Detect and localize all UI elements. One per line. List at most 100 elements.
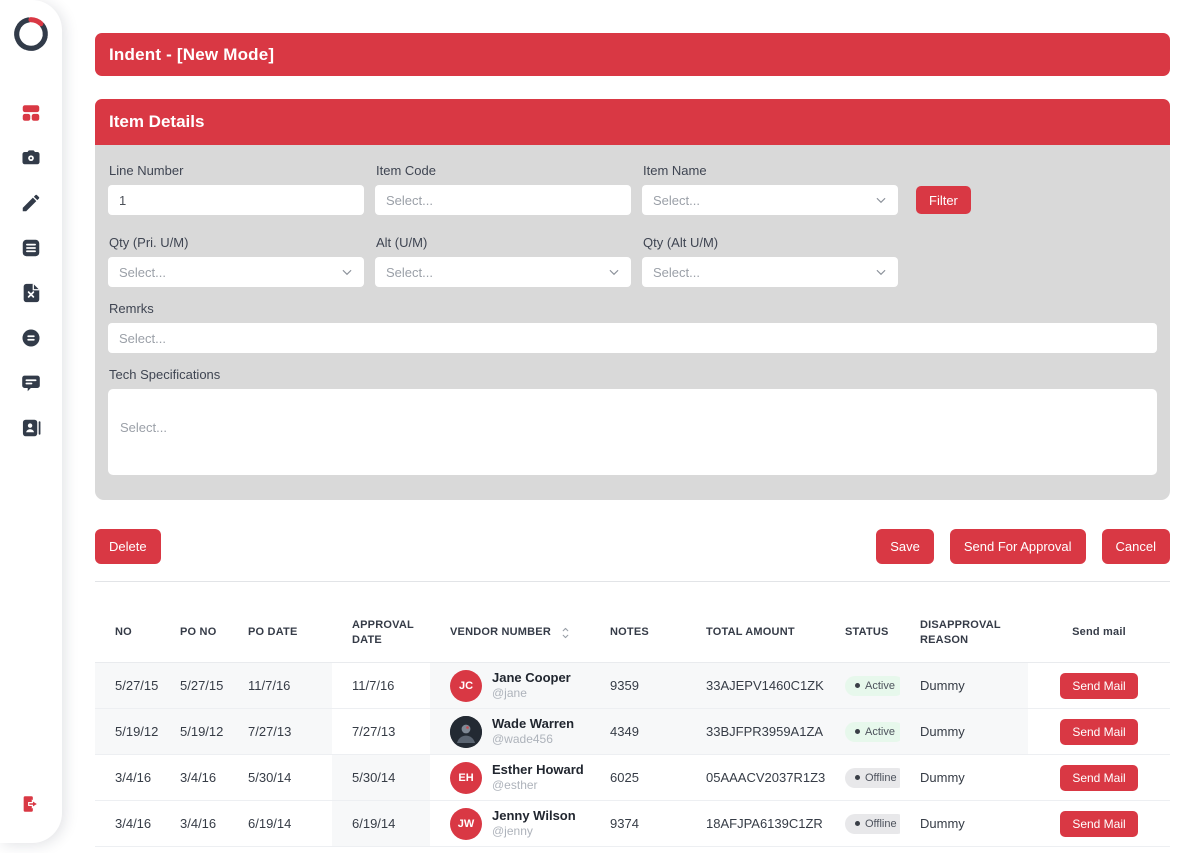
send-for-approval-button[interactable]: Send For Approval: [950, 529, 1086, 564]
main-content: Indent - [New Mode] Item Details Line Nu…: [95, 0, 1170, 847]
camera-icon[interactable]: [20, 147, 42, 169]
status-label: Active: [865, 680, 895, 692]
cell-total-amount: 33AJEPV1460C1ZK: [686, 663, 825, 708]
status-badge: Active: [845, 722, 900, 742]
qty-pri-um-label: Qty (Pri. U/M): [109, 235, 364, 250]
cell-status: Active: [825, 663, 900, 708]
item-name-select[interactable]: [642, 185, 898, 215]
cell-send-mail: Send Mail: [1028, 663, 1170, 708]
item-details-form: Line Number Item Code Item Name: [95, 145, 1170, 500]
cell-notes: 9374: [590, 801, 686, 846]
cell-po-no: 5/27/15: [160, 663, 228, 708]
cell-vendor: JWJenny Wilson@jenny: [430, 801, 590, 846]
cell-no: 5/27/15: [95, 663, 160, 708]
cell-status: Active: [825, 709, 900, 754]
vendor-name: Wade Warren: [492, 716, 574, 732]
column-header-label: PO NO: [180, 625, 216, 640]
filter-button[interactable]: Filter: [916, 186, 971, 214]
remarks-input[interactable]: [108, 323, 1157, 353]
column-header-disapproval-reason: DISAPPROVAL REASON: [900, 604, 1028, 662]
qty-pri-um-select[interactable]: [108, 257, 364, 287]
send-mail-button[interactable]: Send Mail: [1060, 719, 1137, 745]
section-title: Item Details: [109, 112, 204, 132]
cell-approval-date: 11/7/16: [332, 663, 430, 708]
cell-no: 3/4/16: [95, 755, 160, 800]
table-body: 5/27/155/27/1511/7/1611/7/16JCJane Coope…: [95, 663, 1170, 847]
qty-alt-um-select[interactable]: [642, 257, 898, 287]
qty-alt-um-label: Qty (Alt U/M): [643, 235, 898, 250]
alt-um-label: Alt (U/M): [376, 235, 631, 250]
cell-po-date: 6/19/14: [228, 801, 332, 846]
cell-no: 3/4/16: [95, 801, 160, 846]
remarks-label: Remrks: [109, 301, 1157, 316]
save-button[interactable]: Save: [876, 529, 934, 564]
chat-icon[interactable]: [20, 372, 42, 394]
cancel-button[interactable]: Cancel: [1102, 529, 1170, 564]
grid-layout-icon[interactable]: [20, 102, 42, 124]
send-mail-button[interactable]: Send Mail: [1060, 811, 1137, 837]
column-header-approval-date: APPROVAL DATE: [332, 604, 430, 662]
column-header-label: VENDOR NUMBER: [450, 625, 551, 640]
indent-table: NO PO NO PO DATE APPROVAL DATE VENDOR NUMBER…: [95, 604, 1170, 847]
column-header-vendor-number: VENDOR NUMBER: [430, 604, 590, 662]
avatar: JW: [450, 808, 482, 840]
vendor-name: Jenny Wilson: [492, 808, 576, 824]
cell-po-date: 11/7/16: [228, 663, 332, 708]
item-code-input[interactable]: [375, 185, 631, 215]
status-badge: Offline: [845, 814, 900, 834]
alt-um-select[interactable]: [375, 257, 631, 287]
tech-specifications-label: Tech Specifications: [109, 367, 1157, 382]
send-mail-button[interactable]: Send Mail: [1060, 673, 1137, 699]
send-mail-button[interactable]: Send Mail: [1060, 765, 1137, 791]
delete-button[interactable]: Delete: [95, 529, 161, 564]
column-header-label: PO DATE: [248, 625, 297, 640]
cell-po-no: 3/4/16: [160, 801, 228, 846]
cell-po-date: 7/27/13: [228, 709, 332, 754]
logout-icon[interactable]: [20, 793, 42, 815]
status-dot-icon: [855, 729, 860, 734]
tech-specifications-textarea[interactable]: [108, 389, 1157, 475]
column-header-send-mail: Send mail: [1028, 604, 1170, 662]
column-header-status: STATUS: [825, 604, 900, 662]
app-logo-icon: [11, 14, 51, 54]
section-header: Item Details: [95, 99, 1170, 145]
item-details-card: Item Details Line Number Item Code: [95, 99, 1170, 500]
cell-send-mail: Send Mail: [1028, 801, 1170, 846]
cell-vendor: Wade Warren@wade456: [430, 709, 590, 754]
table-row: 5/19/125/19/127/27/137/27/13Wade Warren@…: [95, 709, 1170, 755]
file-x-icon[interactable]: [20, 282, 42, 304]
cell-po-date: 5/30/14: [228, 755, 332, 800]
column-header-no: NO: [95, 604, 160, 662]
pencil-icon[interactable]: [20, 192, 42, 214]
table-row: 5/27/155/27/1511/7/1611/7/16JCJane Coope…: [95, 663, 1170, 709]
contact-card-icon[interactable]: [20, 417, 42, 439]
cell-no: 5/19/12: [95, 709, 160, 754]
vendor-name: Esther Howard: [492, 762, 584, 778]
line-number-label: Line Number: [109, 163, 364, 178]
status-dot-icon: [855, 821, 860, 826]
column-header-label: STATUS: [845, 625, 889, 640]
column-header-label: APPROVAL DATE: [352, 618, 430, 649]
table-header-row: NO PO NO PO DATE APPROVAL DATE VENDOR NUMBER…: [95, 604, 1170, 663]
status-badge: Offline: [845, 768, 900, 788]
line-number-input[interactable]: [108, 185, 364, 215]
cell-notes: 9359: [590, 663, 686, 708]
status-dot-icon: [855, 683, 860, 688]
cell-approval-date: 5/30/14: [332, 755, 430, 800]
status-label: Offline: [865, 772, 897, 784]
sort-icon[interactable]: [560, 626, 571, 640]
action-bar: Delete Save Send For Approval Cancel: [95, 529, 1170, 564]
cell-approval-date: 7/27/13: [332, 709, 430, 754]
sidebar: [0, 0, 62, 843]
status-label: Active: [865, 726, 895, 738]
document-list-icon[interactable]: [20, 237, 42, 259]
column-header-po-date: PO DATE: [228, 604, 332, 662]
avatar: [450, 716, 482, 748]
page-title: Indent - [New Mode]: [109, 45, 274, 65]
vendor-handle: @esther: [492, 778, 584, 793]
cell-status: Offline: [825, 755, 900, 800]
cell-total-amount: 18AFJPA6139C1ZR: [686, 801, 825, 846]
vendor-handle: @wade456: [492, 732, 574, 747]
circle-menu-icon[interactable]: [20, 327, 42, 349]
page: Indent - [New Mode] Item Details Line Nu…: [0, 0, 1200, 853]
